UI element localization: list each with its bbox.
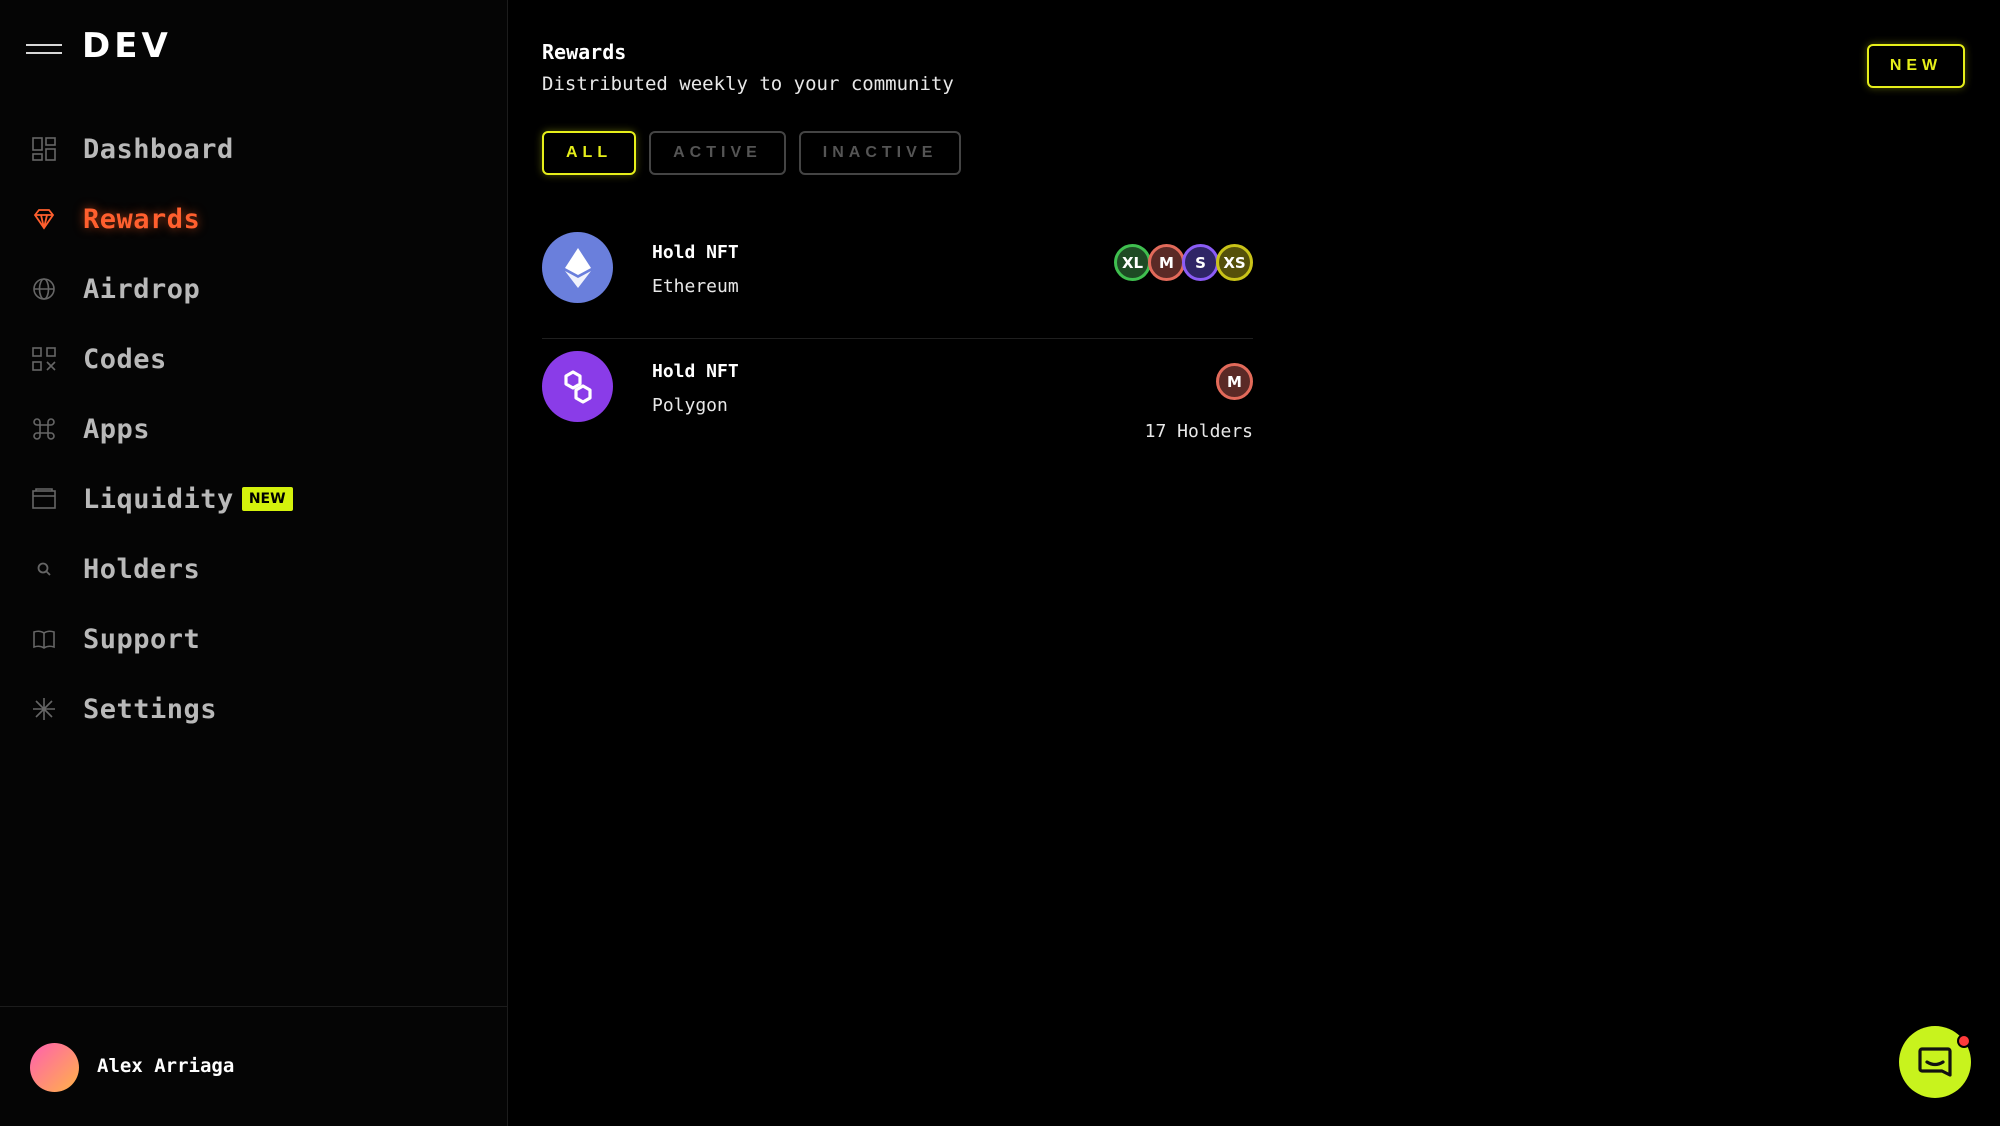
sidebar-item-codes[interactable]: Codes	[0, 324, 508, 394]
page-subtitle: Distributed weekly to your community	[542, 73, 954, 95]
list-item[interactable]: Hold NFT Polygon M 17 Holders	[542, 339, 1253, 458]
user-profile[interactable]: Alex Arriaga	[0, 1006, 508, 1126]
ethereum-icon	[542, 232, 613, 303]
sidebar-item-label: Apps	[83, 413, 151, 445]
tier-badges: XL M S XS	[1114, 244, 1253, 281]
book-icon	[30, 625, 58, 653]
sidebar-item-apps[interactable]: Apps	[0, 394, 508, 464]
hamburger-menu-icon[interactable]	[26, 38, 62, 58]
sidebar-item-label: Support	[83, 623, 201, 655]
sidebar-item-holders[interactable]: Holders	[0, 534, 508, 604]
reward-chain: Polygon	[652, 395, 728, 416]
sidebar-item-label: Holders	[83, 553, 201, 585]
new-reward-button[interactable]: NEW	[1867, 44, 1965, 88]
asterisk-icon	[30, 695, 58, 723]
page-title: Rewards	[542, 40, 627, 64]
sidebar-item-label: Dashboard	[83, 133, 234, 165]
notification-dot	[1957, 1034, 1971, 1048]
dashboard-icon	[30, 135, 58, 163]
sidebar-item-dashboard[interactable]: Dashboard	[0, 114, 508, 184]
tier-badge: M	[1148, 244, 1185, 281]
sidebar-item-label: Liquidity	[83, 483, 234, 515]
filter-all-button[interactable]: ALL	[542, 131, 637, 175]
rewards-list: Hold NFT Ethereum XL M S XS Hold NFT Pol…	[542, 220, 1253, 458]
reward-title: Hold NFT	[652, 361, 739, 382]
sidebar-item-label: Rewards	[83, 203, 201, 235]
sidebar: DEV Dashboard Rewards Airdrop Codes Apps…	[0, 0, 508, 1126]
filter-active-button[interactable]: ACTIVE	[649, 131, 786, 175]
avatar[interactable]	[30, 1043, 79, 1092]
command-icon	[30, 415, 58, 443]
user-name: Alex Arriaga	[97, 1055, 235, 1077]
sidebar-item-label: Codes	[83, 343, 167, 375]
tier-badge: XL	[1114, 244, 1151, 281]
sidebar-item-settings[interactable]: Settings	[0, 674, 508, 744]
sidebar-item-liquidity[interactable]: Liquidity NEW	[0, 464, 508, 534]
app-logo[interactable]: DEV	[82, 26, 172, 66]
sidebar-item-support[interactable]: Support	[0, 604, 508, 674]
list-item[interactable]: Hold NFT Ethereum XL M S XS	[542, 220, 1253, 339]
chat-icon	[1918, 1047, 1952, 1077]
sidebar-item-label: Settings	[83, 693, 218, 725]
reward-title: Hold NFT	[652, 242, 739, 263]
reward-chain: Ethereum	[652, 276, 739, 297]
search-icon	[30, 555, 58, 583]
filter-tabs: ALL ACTIVE INACTIVE	[542, 131, 962, 175]
tier-badge: XS	[1216, 244, 1253, 281]
sidebar-item-airdrop[interactable]: Airdrop	[0, 254, 508, 324]
main-content: Rewards Distributed weekly to your commu…	[509, 0, 2000, 1126]
qr-code-icon	[30, 345, 58, 373]
tier-badge: S	[1182, 244, 1219, 281]
polygon-icon	[542, 351, 613, 422]
new-badge: NEW	[241, 487, 293, 511]
holders-count: 17 Holders	[1144, 421, 1253, 442]
globe-icon	[30, 275, 58, 303]
diamond-icon	[30, 205, 58, 233]
filter-inactive-button[interactable]: INACTIVE	[798, 131, 962, 175]
sidebar-item-label: Airdrop	[83, 273, 201, 305]
tier-badges: M	[1216, 363, 1253, 400]
sidebar-item-rewards[interactable]: Rewards	[0, 184, 508, 254]
sidebar-nav: Dashboard Rewards Airdrop Codes Apps Liq…	[0, 114, 508, 744]
wallet-icon	[30, 485, 58, 513]
tier-badge: M	[1216, 363, 1253, 400]
